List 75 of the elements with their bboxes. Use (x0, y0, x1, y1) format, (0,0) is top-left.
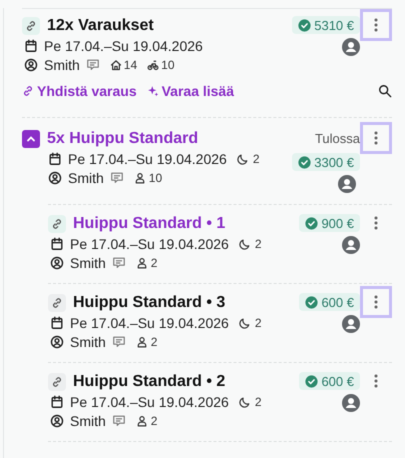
calendar-icon (24, 38, 38, 52)
price-badge: 5310 € (292, 16, 360, 34)
calendar-icon (50, 236, 64, 250)
bicycle-icon (147, 58, 160, 70)
booking-title: 12x Varaukset (47, 17, 154, 35)
date-range: Pe 17.04.–Su 19.04.2026 (68, 150, 227, 166)
guest-name: Smith (68, 170, 104, 186)
user-circle-icon (50, 414, 64, 428)
stat-count: 2 (254, 316, 262, 330)
link-icon (25, 20, 37, 32)
link-icon (51, 376, 63, 388)
user-circle-icon (24, 58, 38, 72)
sparkle-icon (146, 85, 159, 97)
more-menu-button[interactable] (360, 286, 392, 318)
house-icon (110, 58, 122, 70)
link-icon (51, 218, 63, 230)
moon-icon (238, 238, 251, 250)
booking-title: Huippu Standard • 2 (73, 373, 226, 391)
avatar-icon (338, 175, 356, 193)
stat-count: 2 (150, 256, 158, 270)
date-range: Pe 17.04.–Su 19.04.2026 (70, 236, 229, 252)
link-icon (22, 85, 34, 97)
price-badge: 600 € (299, 372, 360, 390)
avatar-icon (342, 38, 360, 56)
kebab-icon (374, 216, 378, 230)
more-menu-button[interactable] (360, 9, 392, 41)
stat-count: 2 (252, 152, 260, 166)
price-badge: 600 € (299, 293, 360, 311)
booking-title: Huippu Standard • 3 (73, 294, 226, 312)
moon-icon (238, 316, 251, 328)
kebab-icon (374, 374, 378, 388)
booking-title: Huippu Standard • 1 (73, 215, 226, 233)
price-badge: 3300 € (292, 153, 360, 171)
guest-name: Smith (70, 412, 106, 428)
person-icon (136, 336, 148, 348)
kebab-icon (374, 295, 378, 309)
person-icon (136, 256, 148, 268)
chevron-icon (26, 134, 36, 144)
link-icon (51, 297, 63, 309)
calendar-icon (50, 394, 64, 408)
collapse-button[interactable] (22, 130, 40, 148)
user-circle-icon (48, 170, 62, 184)
stat-count: 2 (254, 236, 262, 250)
calendar-icon (50, 316, 64, 330)
person-icon (134, 172, 146, 184)
guest-name: Smith (44, 56, 80, 72)
stat-count: 2 (150, 334, 158, 348)
moon-icon (238, 396, 251, 408)
avatar-icon (342, 394, 360, 412)
date-range: Pe 17.04.–Su 19.04.2026 (44, 38, 203, 54)
book-more-link[interactable]: Varaa lisää (146, 83, 234, 99)
stat-count: 14 (124, 58, 138, 72)
stat-count: 10 (148, 170, 162, 184)
kebab-icon (374, 18, 378, 32)
stat-count: 10 (161, 58, 175, 72)
search-icon[interactable] (378, 84, 392, 98)
price-badge: 900 € (299, 214, 360, 232)
stat-count: 2 (254, 394, 262, 408)
moon-icon (236, 152, 249, 164)
status-label: Tulossa (314, 130, 360, 148)
kebab-icon (374, 131, 378, 145)
more-menu-button[interactable] (360, 122, 392, 154)
person-icon (136, 414, 148, 426)
user-circle-icon (50, 334, 64, 348)
merge-booking-link[interactable]: Yhdistä varaus (22, 83, 137, 99)
calendar-icon (48, 152, 62, 166)
avatar-icon (342, 315, 360, 333)
stat-count: 2 (150, 414, 158, 428)
guest-name: Smith (70, 254, 106, 270)
guest-name: Smith (70, 334, 106, 350)
avatar-icon (342, 236, 360, 254)
date-range: Pe 17.04.–Su 19.04.2026 (70, 314, 229, 330)
user-circle-icon (50, 256, 64, 270)
booking-title: 5x Huippu Standard (47, 130, 198, 148)
date-range: Pe 17.04.–Su 19.04.2026 (70, 394, 229, 410)
